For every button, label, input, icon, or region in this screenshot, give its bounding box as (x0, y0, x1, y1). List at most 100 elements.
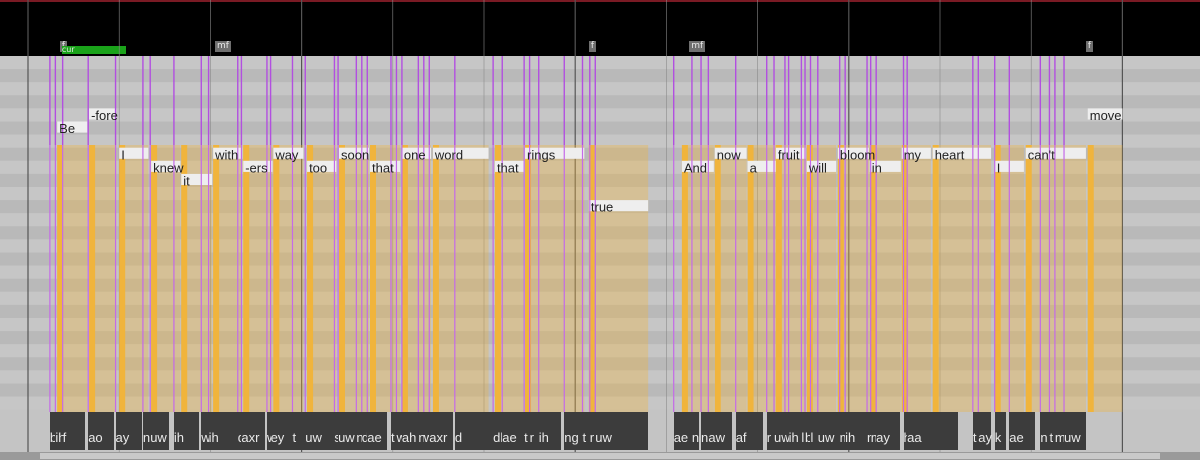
note-onset-marker (401, 145, 408, 412)
note-onset-marker (747, 145, 754, 412)
phoneme-box[interactable]: aa (907, 412, 959, 450)
phoneme-box[interactable]: d (454, 412, 494, 450)
phoneme-track[interactable]: bihfaoaynuwihwihdhaxrweytuwsuwndhaetwahn… (0, 410, 1200, 452)
phoneme-box[interactable]: uw (305, 412, 335, 450)
phoneme-box[interactable]: ae (1009, 412, 1035, 450)
horizontal-scrollbar[interactable] (0, 452, 1200, 460)
phoneme-box[interactable]: r (529, 412, 539, 450)
lyric-label: way (274, 147, 299, 162)
grid-row (0, 56, 1200, 70)
lyric-label: that (497, 160, 519, 175)
grid-row (0, 82, 1200, 96)
phoneme-box[interactable]: m (1054, 412, 1066, 450)
phoneme-box[interactable]: ih (788, 412, 802, 450)
lyric-label: can't (1028, 147, 1055, 162)
lyric-label: bloom (840, 147, 875, 162)
note-onset-marker (89, 145, 96, 412)
scrollbar-thumb[interactable] (40, 453, 1160, 459)
note-onset-marker (994, 145, 1001, 412)
lyric-label: now (717, 147, 741, 162)
phoneme-box[interactable]: ao (88, 412, 114, 450)
lyric-label: -fore (91, 108, 118, 123)
phoneme-box[interactable]: t (292, 412, 306, 450)
phoneme-box[interactable]: ay (978, 412, 992, 450)
lyric-label: that (372, 160, 394, 175)
note-onset-marker (307, 145, 314, 412)
grid-row (0, 121, 1200, 135)
phoneme-box[interactable]: uw (1064, 412, 1086, 450)
phoneme-box[interactable]: ih (173, 412, 200, 450)
note-onset-marker (119, 145, 126, 412)
phoneme-box[interactable]: uw (595, 412, 649, 450)
lyric-label: it (183, 174, 190, 189)
phoneme-box[interactable]: uw (338, 412, 357, 450)
phoneme-box[interactable]: uw (817, 412, 840, 450)
phoneme-box[interactable]: axr (241, 412, 266, 450)
lyric-label: word (434, 147, 463, 162)
note-onset-marker (338, 145, 345, 412)
note-onset-marker (432, 145, 439, 412)
phoneme-box[interactable]: ay (115, 412, 142, 450)
grid-row (0, 108, 1200, 122)
lyric-label: soon (341, 147, 369, 162)
grid-row (0, 69, 1200, 83)
phoneme-box[interactable]: ae (367, 412, 388, 450)
phoneme-box[interactable]: ah (401, 412, 419, 450)
phoneme-box[interactable]: af (735, 412, 764, 450)
phoneme-box[interactable]: ih (845, 412, 868, 450)
phoneme-box[interactable]: w (201, 412, 211, 450)
note-onset-marker (681, 145, 688, 412)
phoneme-box[interactable]: n (1040, 412, 1050, 450)
lyric-label: one (404, 147, 426, 162)
lyric-label: move (1090, 108, 1122, 123)
lyric-label: Be (59, 121, 75, 136)
phoneme-box[interactable]: dh (493, 412, 508, 450)
note-onset-marker (806, 145, 813, 412)
lyric-label: And (684, 160, 707, 175)
lyric-label: I (121, 147, 125, 162)
phoneme-box[interactable]: uw (150, 412, 170, 450)
note-region-band (932, 145, 992, 412)
note-onset-marker (714, 145, 721, 412)
phoneme-box[interactable]: aw (708, 412, 733, 450)
note-grid[interactable]: Be-foreIknewitwith-erswaytoosoonthatone w… (0, 0, 1200, 460)
note-region-band (525, 145, 585, 412)
phoneme-box[interactable]: l (810, 412, 818, 450)
lyric-label: knew (153, 160, 184, 175)
phoneme-box[interactable]: ay (876, 412, 900, 450)
phoneme-box[interactable]: ih (538, 412, 561, 450)
phoneme-box[interactable]: axr (429, 412, 453, 450)
phoneme-box[interactable]: r (766, 412, 774, 450)
note-onset-marker (494, 145, 501, 412)
lyric-label: too (309, 160, 327, 175)
note-onset-marker (213, 145, 220, 412)
lyric-label: -ers (245, 160, 268, 175)
note-onset-marker (932, 145, 939, 412)
phoneme-box[interactable]: n (142, 412, 151, 450)
note-region-band (1025, 145, 1086, 412)
phoneme-box[interactable]: ae (673, 412, 692, 450)
phoneme-box[interactable]: n (691, 412, 700, 450)
lyric-label: with (214, 147, 238, 162)
phoneme-box[interactable]: f (62, 412, 85, 450)
phoneme-box[interactable]: ey (270, 412, 293, 450)
lyric-label: true (591, 200, 613, 215)
note-onset-marker (370, 145, 376, 412)
note-onset-marker (837, 145, 844, 412)
note-onset-marker (243, 145, 250, 412)
lyric-label: rings (527, 147, 556, 162)
phoneme-box[interactable]: ng (564, 412, 583, 450)
phoneme-box[interactable]: k (994, 412, 1006, 450)
phoneme-box[interactable]: t (582, 412, 590, 450)
piano-roll-editor[interactable]: fcurmffmff Be-foreIknewitwith-erswaytoos… (0, 0, 1200, 460)
lyric-label: a (750, 160, 758, 175)
note-onset-marker (273, 145, 280, 412)
grid-row (0, 95, 1200, 109)
phoneme-box[interactable]: n (701, 412, 709, 450)
note-onset-marker (1087, 145, 1094, 412)
phoneme-box[interactable]: uw (774, 412, 791, 450)
lyric-label: will (808, 160, 827, 175)
phoneme-box[interactable]: ih (208, 412, 238, 450)
phoneme-box[interactable]: ae (502, 412, 525, 450)
phoneme-box[interactable]: ih (55, 412, 65, 450)
